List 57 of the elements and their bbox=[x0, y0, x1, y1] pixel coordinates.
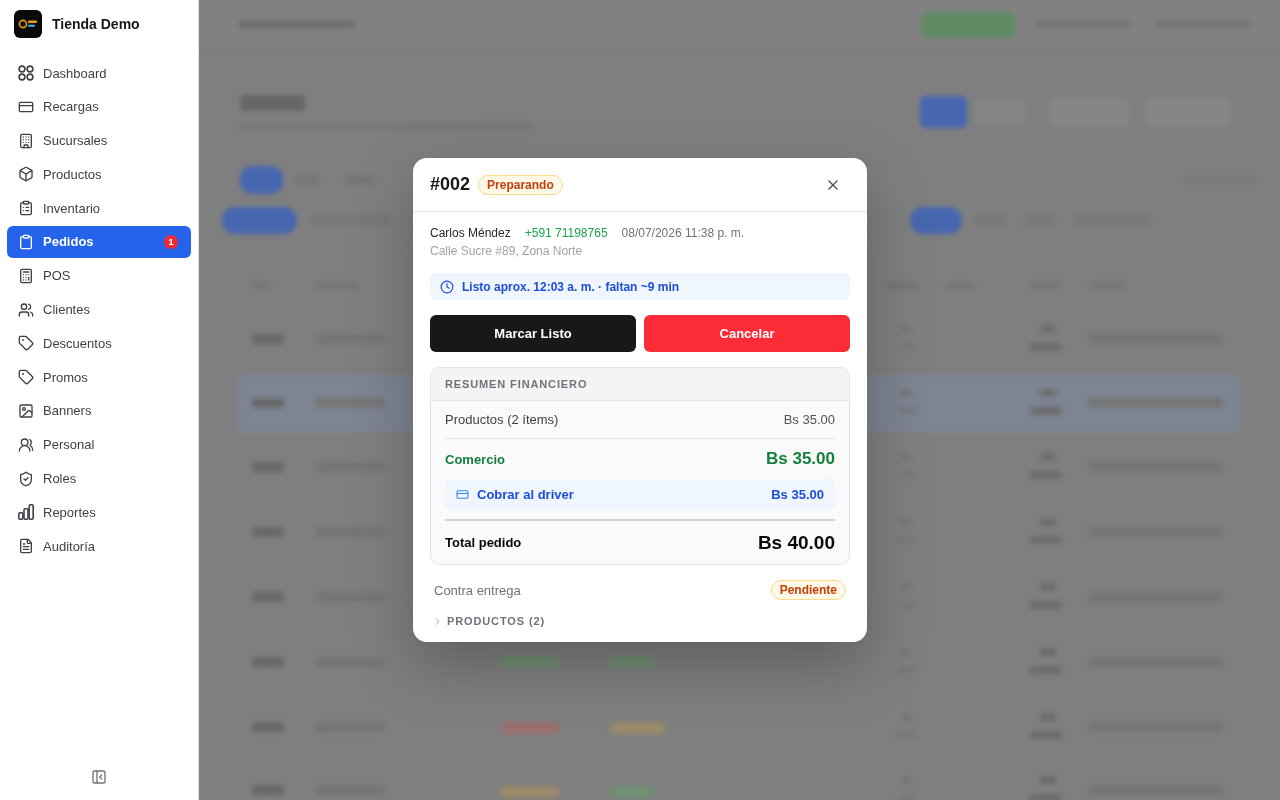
sidebar-item[interactable]: Recargas bbox=[7, 90, 191, 123]
payment-status-badge: Pendiente bbox=[770, 580, 846, 600]
summary-label: Productos (2 ítems) bbox=[445, 412, 559, 427]
eta-text: Listo aprox. 12:03 a. m. · faltan ~9 min bbox=[462, 279, 680, 294]
document-icon bbox=[18, 538, 34, 555]
status-badge: Preparando bbox=[478, 174, 563, 195]
cancel-button[interactable]: Cancelar bbox=[644, 315, 850, 352]
sidebar-item[interactable]: Inventario bbox=[7, 192, 191, 225]
phone-number: +591 71198765 bbox=[524, 225, 608, 241]
shield-check-icon bbox=[18, 470, 34, 487]
order-number: #002 bbox=[430, 174, 471, 195]
clipboard-icon bbox=[18, 234, 34, 250]
sidebar-item[interactable]: Promos bbox=[7, 361, 191, 394]
summary-amount: Bs 35.00 bbox=[766, 449, 835, 469]
delivery-address: Calle Sucre #89, Zona Norte bbox=[430, 243, 584, 259]
sidebar-item[interactable]: Roles bbox=[7, 462, 191, 495]
total-label: Total pedido bbox=[445, 535, 522, 550]
sidebar-item[interactable]: Dashboard bbox=[7, 57, 191, 89]
sidebar-item[interactable]: Pedidos 1 bbox=[7, 226, 191, 258]
bar-chart-icon bbox=[18, 504, 34, 521]
clipboard-list-icon bbox=[18, 200, 34, 217]
image-icon bbox=[18, 402, 34, 419]
summary-label: Comercio bbox=[445, 451, 505, 467]
count-badge: 1 bbox=[164, 235, 178, 249]
sidebar-item[interactable]: Banners bbox=[7, 394, 191, 427]
panel-collapse-icon bbox=[91, 769, 107, 785]
sidebar-item[interactable]: Descuentos bbox=[7, 327, 191, 360]
total-amount: Bs 40.00 bbox=[757, 531, 835, 554]
building-icon bbox=[18, 132, 34, 149]
store-name: Tienda Demo bbox=[52, 16, 140, 32]
sidebar-item[interactable]: Sucursales bbox=[7, 124, 191, 157]
sidebar-item[interactable]: Reportes bbox=[7, 496, 191, 529]
sidebar-item[interactable]: Personal bbox=[7, 428, 191, 461]
sidebar-item[interactable]: Clientes bbox=[7, 293, 191, 326]
tag-icon bbox=[18, 335, 34, 352]
sidebar-item[interactable]: POS bbox=[7, 259, 191, 292]
people-icon bbox=[18, 436, 34, 453]
sidebar-item[interactable]: Auditoría bbox=[7, 530, 191, 563]
clock-icon bbox=[440, 279, 454, 294]
box-icon bbox=[18, 166, 34, 183]
summary-label: Cobrar al driver bbox=[477, 487, 574, 502]
people-icon bbox=[18, 301, 34, 318]
summary-amount: Bs 35.00 bbox=[771, 487, 824, 502]
logo-icon bbox=[14, 10, 42, 38]
summary-amount: Bs 35.00 bbox=[783, 412, 835, 427]
calculator-icon bbox=[18, 267, 34, 284]
products-toggle[interactable]: PRODUCTOS (2) bbox=[430, 613, 546, 629]
four-circles-icon bbox=[18, 65, 34, 81]
summary-heading: RESUMEN FINANCIERO bbox=[431, 368, 849, 401]
collapse-sidebar-button[interactable] bbox=[91, 769, 107, 785]
payment-method: Contra entrega bbox=[434, 582, 521, 598]
card-icon bbox=[456, 488, 469, 501]
sidebar-item[interactable]: Productos bbox=[7, 158, 191, 191]
mark-ready-button[interactable]: Marcar Listo bbox=[430, 315, 636, 352]
tag-icon bbox=[18, 369, 34, 386]
order-date: 08/07/2026 11:38 p. m. bbox=[621, 225, 745, 241]
customer-name: Carlos Méndez bbox=[430, 225, 511, 241]
